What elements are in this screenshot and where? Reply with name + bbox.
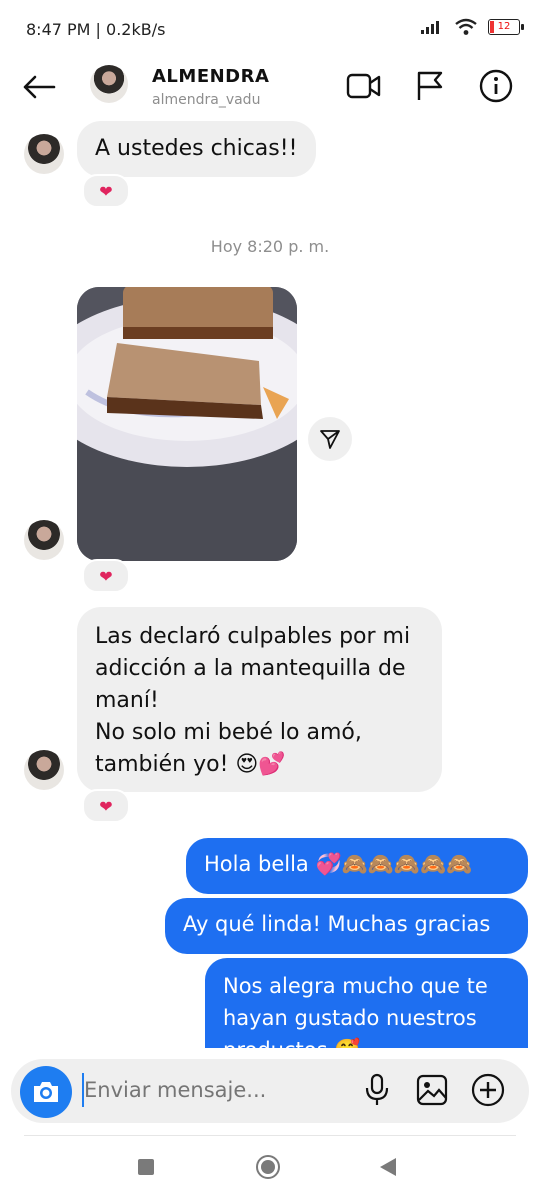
outgoing-message[interactable]: Hola bella 💞🙈🙈🙈🙈🙈	[186, 838, 528, 894]
battery-level: 12	[497, 21, 511, 32]
camera-icon	[34, 1082, 58, 1102]
battery-icon: 12	[488, 19, 524, 35]
share-button[interactable]	[308, 417, 352, 461]
message-text: Hola bella 💞🙈🙈🙈🙈🙈	[204, 852, 473, 876]
nav-divider	[24, 1135, 516, 1136]
message-line: adicción a la mantequilla de	[95, 656, 406, 681]
home-icon[interactable]	[256, 1155, 280, 1179]
message-line: maní!	[95, 688, 159, 713]
contact-username: almendra_vadu	[152, 92, 261, 108]
recents-icon[interactable]	[138, 1159, 154, 1175]
wifi-icon	[455, 18, 477, 35]
send-icon	[320, 430, 340, 449]
message-line: Las declaró culpables por mi	[95, 624, 411, 649]
heart-reaction[interactable]: ❤	[82, 559, 130, 593]
microphone-icon[interactable]	[364, 1073, 390, 1107]
message-timestamp: Hoy 8:20 p. m.	[210, 237, 330, 256]
message-line: Nos alegra mucho que te	[223, 974, 488, 998]
message-line: hayan gustado nuestros	[223, 1006, 477, 1030]
heart-reaction[interactable]: ❤	[82, 174, 130, 208]
message-text: A ustedes chicas!!	[95, 136, 298, 161]
back-arrow-icon[interactable]	[22, 75, 56, 99]
status-bar: 8:47 PM | 0.2kB/s 12	[0, 0, 540, 58]
message-input[interactable]	[84, 1078, 344, 1102]
chat-header	[0, 58, 540, 116]
incoming-message[interactable]: Las declaró culpables por mi adicción a …	[77, 607, 442, 792]
header-avatar[interactable]	[90, 65, 128, 103]
sender-avatar[interactable]	[24, 134, 64, 174]
sender-avatar[interactable]	[24, 750, 64, 790]
status-time: 8:47 PM | 0.2kB/s	[26, 20, 166, 39]
gallery-icon[interactable]	[416, 1074, 448, 1106]
signal-icon	[421, 21, 439, 34]
video-call-icon[interactable]	[346, 72, 382, 100]
back-nav-icon[interactable]	[378, 1157, 398, 1177]
flag-icon[interactable]	[416, 70, 444, 102]
sandwich-photo	[77, 287, 297, 561]
message-text: Ay qué linda! Muchas gracias	[183, 912, 491, 936]
message-line: también yo! 😍💕	[95, 752, 286, 777]
info-icon[interactable]	[479, 69, 513, 103]
heart-icon: ❤	[99, 796, 113, 816]
contact-name[interactable]: ALMENDRA	[152, 66, 269, 87]
heart-reaction[interactable]: ❤	[82, 789, 130, 823]
heart-icon: ❤	[99, 181, 113, 201]
photo-message[interactable]	[77, 287, 297, 561]
sender-avatar[interactable]	[24, 520, 64, 560]
add-icon[interactable]	[471, 1073, 505, 1107]
system-icons: 12	[420, 18, 524, 36]
camera-button[interactable]	[20, 1066, 72, 1118]
message-line: No solo mi bebé lo amó,	[95, 720, 362, 745]
home-icon-inner	[261, 1160, 275, 1174]
outgoing-message[interactable]: Ay qué linda! Muchas gracias	[165, 898, 528, 954]
heart-icon: ❤	[99, 566, 113, 586]
incoming-message[interactable]: A ustedes chicas!!	[77, 121, 316, 177]
